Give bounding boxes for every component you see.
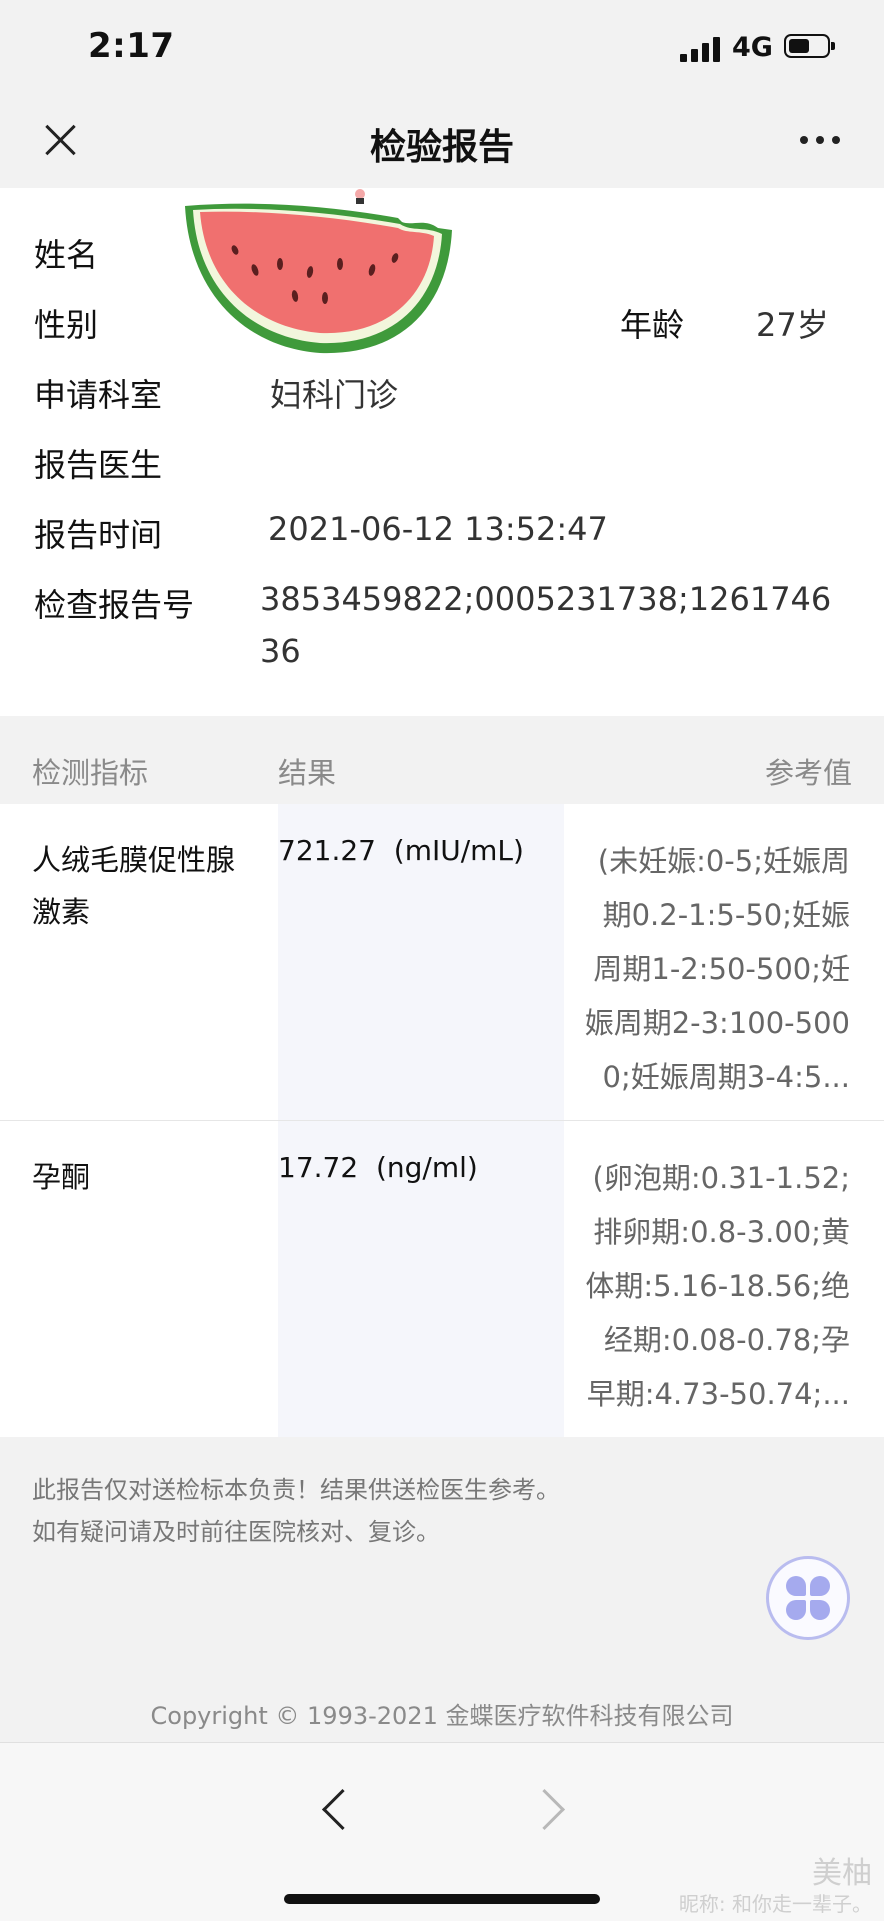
status-bar: 2:17 4G [0,0,884,96]
test-result: 17.72 (ng/ml) [278,1151,478,1184]
header-reference: 参考值 [764,756,852,790]
age-value: 27岁 [756,306,829,344]
report-time-label: 报告时间 [34,516,163,554]
watermark-nickname: 昵称: 和你走一辈子。 [678,1892,872,1916]
page-title: 检验报告 [369,127,514,168]
test-reference: (未妊娠:0-5;妊娠周期0.2-1:5-50;妊娠周期1-2:50-500;妊… [584,844,850,1094]
report-no-label: 检查报告号 [34,586,195,624]
patient-info-card: 姓名 性别 年龄 27岁 申请科室 妇科门诊 报告医生 报告时间 2021-06… [0,188,884,716]
table-header: 检测指标 结果 参考值 [0,716,884,804]
department-label: 申请科室 [34,376,163,414]
report-no-line2: 36 [260,632,301,670]
chevron-right-icon[interactable] [523,1788,566,1831]
name-label: 姓名 [34,236,99,274]
table-row: 孕酮 17.72 (ng/ml) (卵泡期:0.31-1.52;排卵期:0.8-… [0,1121,884,1437]
battery-icon [784,34,835,58]
status-time: 2:17 [88,26,175,66]
gender-label: 性别 [34,306,99,344]
more-icon[interactable] [800,136,844,146]
nav-bar: 检验报告 [0,96,884,188]
copyright-text: Copyright © 1993-2021 金蝶医疗软件科技有限公司 [150,1702,734,1730]
clover-menu-icon[interactable] [766,1556,850,1640]
department-value: 妇科门诊 [270,376,399,414]
network-type: 4G [732,32,773,63]
table-row: 人绒毛膜促性腺激素 721.27 (mIU/mL) (未妊娠:0-5;妊娠周期0… [0,804,884,1120]
test-name: 孕酮 [32,1160,91,1194]
disclaimer-line1: 此报告仅对送检标本负责！结果供送检医生参考。 [32,1476,560,1504]
header-indicator: 检测指标 [32,756,149,790]
disclaimer-line2: 如有疑问请及时前往医院核对、复诊。 [32,1518,440,1546]
chevron-left-icon[interactable] [321,1788,364,1831]
header-result: 结果 [278,756,337,790]
doctor-label: 报告医生 [34,446,163,484]
watermelon-sticker-icon [185,189,452,354]
test-result: 721.27 (mIU/mL) [278,834,524,867]
home-indicator[interactable] [284,1894,600,1904]
test-name: 人绒毛膜促性腺激素 [32,843,236,929]
report-no-line1: 3853459822;0005231738;1261746 [260,580,832,618]
test-reference: (卵泡期:0.31-1.52;排卵期:0.8-3.00;黄体期:5.16-18.… [585,1161,850,1411]
report-time-value: 2021-06-12 13:52:47 [268,510,608,548]
age-label: 年龄 [620,306,685,344]
watermark-brand: 美柚 [812,1856,872,1891]
signal-icon [680,36,722,62]
